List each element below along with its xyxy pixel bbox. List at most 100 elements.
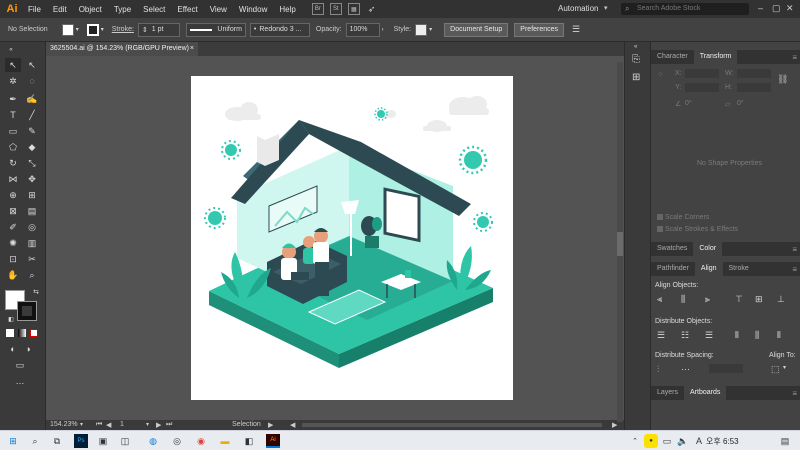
align-top-icon[interactable]: ⊤ [735,294,743,305]
direct-selection-tool-icon[interactable]: ↖ [24,58,40,72]
color-panel-menu-icon[interactable]: ≡ [792,245,797,254]
artboard-back-icon[interactable]: ◀ [106,421,111,429]
status-arrow-icon[interactable]: ▶ [268,421,273,429]
file-explorer-icon[interactable]: ▬ [218,434,232,448]
chrome-icon[interactable]: ◉ [194,434,208,448]
stock-button[interactable]: St [329,3,342,15]
align-right-icon[interactable]: ⫸ [705,294,710,305]
shape-builder-icon[interactable]: ⊕ [5,188,21,202]
drawing-modes-icon[interactable]: ◐ [5,342,21,356]
canvas-area[interactable] [46,56,624,420]
eraser-tool-icon[interactable]: ◆ [24,140,40,154]
magic-wand-icon[interactable]: ✲ [5,74,21,88]
rectangle-tool-icon[interactable]: ▭ [5,124,21,138]
slice-tool-icon[interactable]: ✂ [24,252,40,266]
stroke-stepper-icon[interactable]: ⇕ [142,26,148,34]
tab-artboards[interactable]: Artboards [684,386,727,400]
align-vcenter-icon[interactable]: ⊞ [755,294,763,305]
line-tool-icon[interactable]: ╱ [24,108,40,122]
arrange-documents-icon[interactable]: ▦ [347,3,360,15]
zoom-chevron-icon[interactable]: ▾ [80,421,83,428]
tab-layers[interactable]: Layers [651,386,684,400]
minimize-icon[interactable]: – [758,3,763,13]
brush-definition[interactable]: • Redondo 3 ... [249,22,310,37]
tab-character[interactable]: Character [651,50,694,64]
symbol-sprayer-icon[interactable]: ✺ [5,236,21,250]
gradient-tool-icon[interactable]: ▤ [24,204,40,218]
tab-stroke[interactable]: Stroke [723,262,755,276]
stroke-color-box[interactable] [17,301,37,321]
task-view-icon[interactable]: ⧉ [50,434,64,448]
blend-tool-icon[interactable]: ◎ [24,220,40,234]
stroke-swatch[interactable] [86,23,99,36]
search-stock-input[interactable]: Search Adobe Stock [621,3,749,15]
rotate-tool-icon[interactable]: ↻ [5,156,21,170]
hand-tool-icon[interactable]: ✋ [5,268,21,282]
menu-effect[interactable]: Effect [171,5,203,14]
color-mode-icon[interactable] [6,329,14,337]
column-graph-icon[interactable]: ▥ [24,236,40,250]
libraries-icon[interactable]: ⊞ [632,72,640,83]
dist-left-icon[interactable]: ⫴ [735,330,739,341]
automation-chevron-icon[interactable]: ▾ [604,4,608,12]
tab-transform[interactable]: Transform [693,50,738,64]
paintbrush-tool-icon[interactable]: ✎ [24,124,40,138]
dist-top-icon[interactable]: ☰ [657,330,665,341]
horizontal-scrollbar[interactable] [302,423,602,427]
dist-hcenter-icon[interactable]: ⫼ [755,330,759,341]
y-field[interactable] [685,83,719,92]
volume-icon[interactable]: 🔈 [676,434,690,448]
screen-mode-icon[interactable]: ▭ [12,358,28,372]
x-field[interactable] [685,69,719,78]
panel-collapse-icon[interactable]: « [3,43,19,57]
fill-chevron-icon[interactable]: ▾ [76,26,79,33]
zoom-level[interactable]: 154.23% [50,421,78,428]
dist-vcenter-icon[interactable]: ☷ [681,330,689,341]
artboard[interactable] [191,76,513,400]
align-hcenter-icon[interactable]: ⫼ [681,294,685,305]
graphic-style-swatch[interactable] [415,23,428,36]
illustrator-taskbar-icon[interactable]: Ai [266,434,280,448]
photoshop-icon[interactable]: Ps [74,434,88,448]
strip-collapse-icon[interactable]: « [634,44,637,50]
tray-chevron-icon[interactable]: ⌃ [628,434,642,448]
pen-tool-icon[interactable]: ✒ [5,92,21,106]
dist-bottom-icon[interactable]: ☰ [705,330,713,341]
tab-swatches[interactable]: Swatches [651,242,693,256]
clock[interactable]: 오후 6:53 [706,436,739,447]
curvature-tool-icon[interactable]: ✍ [24,92,40,106]
document-setup-button[interactable]: Document Setup [444,22,509,37]
tab-pathfinder[interactable]: Pathfinder [651,262,695,276]
default-colors-icon[interactable]: ◧ [3,312,19,326]
panel-menu-icon[interactable]: ≡ [792,53,797,62]
send-icon[interactable]: ➶ [368,4,376,15]
artboard-forward-icon[interactable]: ▶ [156,421,161,429]
align-left-icon[interactable]: ⫷ [657,294,662,305]
automation-menu[interactable]: Automation [558,4,598,13]
shaper-tool-icon[interactable]: ⬠ [5,140,21,154]
scroll-right-icon[interactable]: ▶ [612,421,617,429]
menu-window[interactable]: Window [233,5,273,14]
stroke-chevron-icon[interactable]: ▾ [101,26,104,33]
artboard-chevron-icon[interactable]: ▾ [146,421,149,428]
h-field[interactable] [737,83,771,92]
ref-point-icon[interactable]: ⁘ [657,70,664,79]
menu-object[interactable]: Object [73,5,108,14]
eyedropper-tool-icon[interactable]: ✐ [5,220,21,234]
rotate-angle-value[interactable]: 0° [685,100,692,107]
menu-help[interactable]: Help [273,5,301,14]
width-tool-icon[interactable]: ⋈ [5,172,21,186]
spacing-field[interactable] [709,364,743,373]
arrange-icon[interactable]: ☰ [572,24,580,35]
tab-align[interactable]: Align [694,262,723,276]
artboard-tool-icon[interactable]: ⊡ [5,252,21,266]
align-bottom-icon[interactable]: ⊥ [777,294,785,305]
mesh-tool-icon[interactable]: ⊠ [5,204,21,218]
menu-file[interactable]: File [22,5,47,14]
shear-icon[interactable]: ▱ [725,100,730,108]
menu-view[interactable]: View [204,5,233,14]
input-language-indicator[interactable]: A [692,434,706,448]
zoom-tool-icon[interactable]: ⌕ [24,268,40,282]
scale-strokes-checkbox[interactable] [657,226,663,232]
selection-tool-icon[interactable]: ↖ [5,58,21,72]
